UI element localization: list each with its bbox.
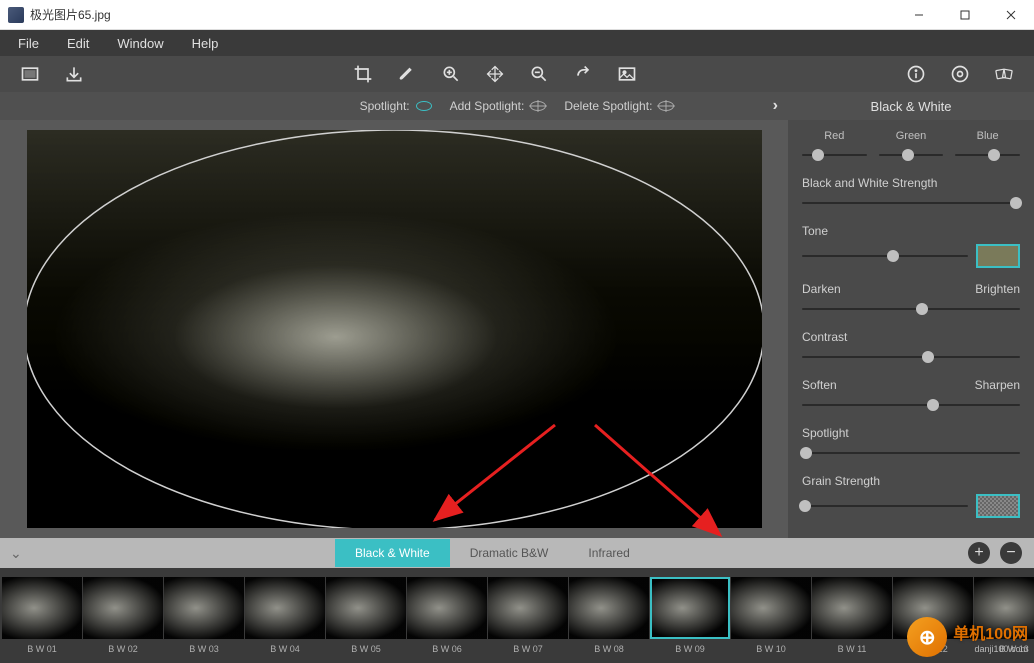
watermark-url: danji100.com [953, 644, 1028, 654]
window-maximize-button[interactable] [942, 0, 988, 30]
info-button[interactable] [894, 56, 938, 92]
darken-label: Darken [802, 282, 841, 296]
preset-thumb-5[interactable]: B W 05 [326, 577, 406, 654]
tab-infrared[interactable]: Infrared [568, 539, 649, 567]
green-label: Green [879, 130, 944, 142]
tab-dramatic-bw[interactable]: Dramatic B&W [450, 539, 569, 567]
delete-spotlight-option[interactable]: Delete Spotlight: [564, 99, 674, 113]
adjustments-panel: Red Green Blue Black and White Strength … [788, 120, 1034, 538]
brighten-label: Brighten [975, 282, 1020, 296]
grain-label: Grain Strength [802, 474, 880, 488]
red-slider[interactable] [802, 148, 867, 162]
pan-button[interactable] [473, 56, 517, 92]
side-panel-title: Black & White [788, 92, 1034, 120]
canvas-area[interactable] [0, 120, 788, 538]
window-title: 极光图片65.jpg [30, 6, 896, 23]
watermark-logo-icon: ⊕ [907, 617, 947, 657]
preset-thumb-3[interactable]: B W 03 [164, 577, 244, 654]
add-preset-button[interactable]: + [968, 542, 990, 564]
spotlight-slider[interactable] [802, 446, 1020, 460]
redo-button[interactable] [561, 56, 605, 92]
save-button[interactable] [52, 56, 96, 92]
collapse-panel-icon[interactable]: › [773, 97, 778, 115]
open-file-button[interactable] [8, 56, 52, 92]
tabs-collapse-icon[interactable]: ⌄ [10, 545, 22, 562]
preset-thumb-10[interactable]: B W 10 [731, 577, 811, 654]
preset-thumb-9[interactable]: B W 09 [650, 577, 730, 654]
settings-button[interactable] [938, 56, 982, 92]
preset-thumb-2[interactable]: B W 02 [83, 577, 163, 654]
spotlight-option[interactable]: Spotlight: [360, 99, 432, 113]
site-watermark: ⊕ 单机100网 danji100.com [907, 617, 1028, 657]
menu-bar: File Edit Window Help [0, 30, 1034, 56]
options-bar: Spotlight: Add Spotlight: Delete Spotlig… [0, 92, 1034, 120]
menu-help[interactable]: Help [178, 32, 233, 55]
window-close-button[interactable] [988, 0, 1034, 30]
tone-label: Tone [802, 224, 828, 238]
bw-strength-label: Black and White Strength [802, 176, 937, 190]
add-spotlight-option[interactable]: Add Spotlight: [450, 99, 547, 113]
preset-thumb-1[interactable]: B W 01 [2, 577, 82, 654]
crop-button[interactable] [341, 56, 385, 92]
menu-file[interactable]: File [4, 32, 53, 55]
preset-thumb-6[interactable]: B W 06 [407, 577, 487, 654]
brush-button[interactable] [385, 56, 429, 92]
window-titlebar: 极光图片65.jpg [0, 0, 1034, 30]
tone-swatch[interactable] [976, 244, 1020, 268]
tab-black-white[interactable]: Black & White [335, 539, 450, 567]
bw-strength-slider[interactable] [802, 196, 1020, 210]
watermark-brand: 单机100网 [953, 620, 1028, 644]
image-canvas[interactable] [27, 130, 762, 528]
blue-label: Blue [955, 130, 1020, 142]
preset-filmstrip[interactable]: B W 01B W 02B W 03B W 04B W 05B W 06B W … [0, 568, 1034, 663]
contrast-label: Contrast [802, 330, 847, 344]
green-slider[interactable] [879, 148, 944, 162]
soften-sharpen-slider[interactable] [802, 398, 1020, 412]
zoom-in-button[interactable] [429, 56, 473, 92]
compare-button[interactable] [605, 56, 649, 92]
app-icon [8, 7, 24, 23]
preset-thumb-7[interactable]: B W 07 [488, 577, 568, 654]
preset-thumb-11[interactable]: B W 11 [812, 577, 892, 654]
menu-window[interactable]: Window [103, 32, 177, 55]
preset-tabs-bar: ⌄ Black & White Dramatic B&W Infrared + … [0, 538, 1034, 568]
sharpen-label: Sharpen [975, 378, 1020, 392]
blue-slider[interactable] [955, 148, 1020, 162]
zoom-out-button[interactable] [517, 56, 561, 92]
remove-preset-button[interactable]: − [1000, 542, 1022, 564]
soften-label: Soften [802, 378, 837, 392]
window-minimize-button[interactable] [896, 0, 942, 30]
tone-slider[interactable] [802, 249, 968, 263]
grain-slider[interactable] [802, 499, 968, 513]
toolbar [0, 56, 1034, 92]
preset-thumb-4[interactable]: B W 04 [245, 577, 325, 654]
darken-brighten-slider[interactable] [802, 302, 1020, 316]
red-label: Red [802, 130, 867, 142]
menu-edit[interactable]: Edit [53, 32, 103, 55]
dice-button[interactable] [982, 56, 1026, 92]
spotlight-label: Spotlight [802, 426, 849, 440]
preset-thumb-8[interactable]: B W 08 [569, 577, 649, 654]
grain-swatch[interactable] [976, 494, 1020, 518]
contrast-slider[interactable] [802, 350, 1020, 364]
